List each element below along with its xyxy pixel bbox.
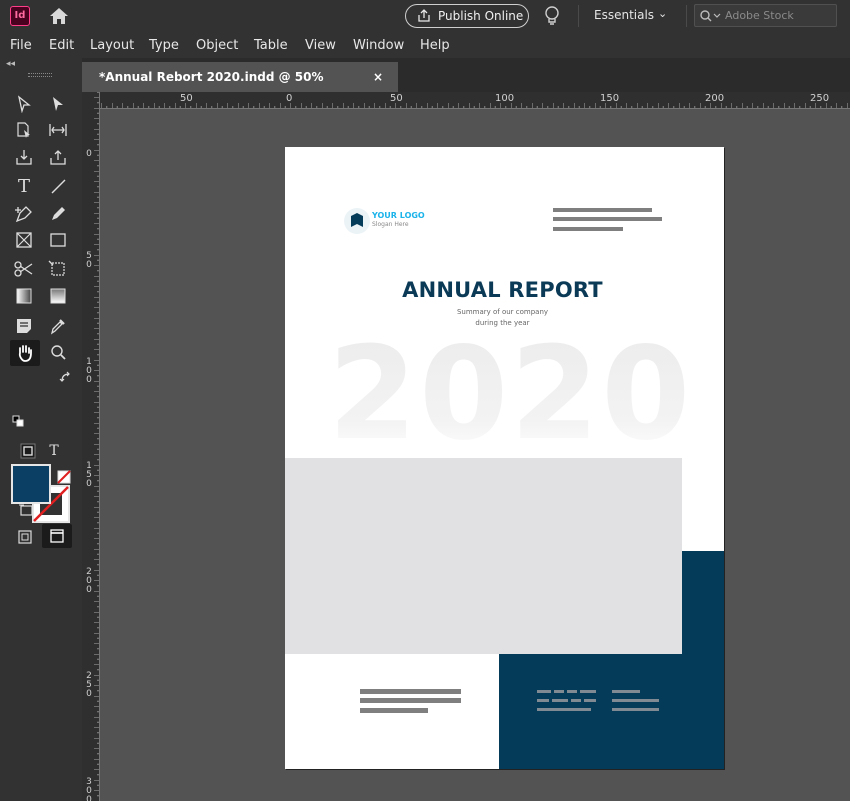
panel-grip[interactable] (28, 73, 52, 77)
menu-edit[interactable]: Edit (49, 38, 74, 53)
ruler-label: 150 (86, 461, 92, 489)
pencil-tool-icon[interactable] (46, 202, 70, 226)
document-tab[interactable]: *Annual Rebort 2020.indd @ 50% [Converte… (82, 62, 398, 114)
menu-layout[interactable]: Layout (90, 38, 134, 53)
ruler-label: 250 (86, 671, 92, 699)
vertical-ruler[interactable]: 0 50 100 150 200 250 300 (82, 92, 100, 801)
ruler-label: 50 (180, 93, 193, 104)
image-placeholder-block[interactable] (285, 458, 682, 654)
page-tool-icon[interactable] (12, 118, 36, 142)
default-colors-icon[interactable] (11, 414, 25, 428)
gap-tool-icon[interactable] (46, 118, 70, 142)
search-icon (700, 10, 721, 22)
eyedropper-tool-icon[interactable] (46, 314, 70, 338)
formatting-container-icon[interactable] (16, 439, 40, 463)
publish-online-label: Publish Online (438, 9, 524, 23)
direct-selection-tool-icon[interactable] (46, 92, 70, 116)
placeholder-text-line[interactable] (360, 698, 461, 703)
lightbulb-icon[interactable] (543, 5, 561, 31)
ruler-ticks (100, 92, 850, 108)
rectangle-tool-icon[interactable] (46, 228, 70, 252)
note-tool-icon[interactable] (12, 314, 36, 338)
workspace-label: Essentials (594, 8, 655, 22)
preview-mode-icon[interactable] (42, 524, 72, 548)
content-placer-icon[interactable] (46, 145, 70, 169)
free-transform-tool-icon[interactable] (46, 257, 70, 281)
year-text[interactable]: 2020 (328, 330, 692, 460)
divider (578, 5, 579, 27)
adobe-stock-placeholder: Adobe Stock (725, 9, 794, 22)
content-collector-icon[interactable] (12, 145, 36, 169)
swap-colors-icon[interactable] (58, 370, 74, 386)
horizontal-ruler[interactable]: 50 0 50 100 150 200 250 (100, 92, 850, 109)
ruler-label: 200 (86, 567, 92, 595)
menu-object[interactable]: Object (196, 38, 238, 53)
logo-mark-icon[interactable] (344, 208, 370, 234)
report-title[interactable]: ANNUAL REPORT (285, 278, 720, 302)
gradient-swatch-tool-icon[interactable] (12, 284, 36, 308)
gradient-feather-tool-icon[interactable] (46, 284, 70, 308)
application-bar: Id Publish Online Essentials ⌄ Adobe Sto… (0, 0, 850, 33)
placeholder-text-line[interactable] (553, 208, 652, 212)
tools-panel-header[interactable]: ◂◂ (0, 58, 82, 92)
workspace-switcher[interactable]: Essentials ⌄ (594, 7, 667, 22)
placeholder-text-line[interactable] (360, 689, 461, 694)
close-tab-icon[interactable]: × (373, 62, 383, 92)
rectangle-frame-tool-icon[interactable] (12, 228, 36, 252)
menu-file[interactable]: File (10, 38, 32, 53)
fill-color-swatch[interactable] (11, 464, 51, 504)
divider (686, 5, 687, 27)
view-mode-icon[interactable] (13, 525, 37, 549)
menu-window[interactable]: Window (353, 38, 404, 53)
chevron-down-icon: ⌄ (658, 7, 668, 20)
zoom-tool-icon[interactable] (46, 341, 70, 365)
ruler-label: 300 (86, 777, 92, 801)
ruler-label: 0 (86, 149, 92, 159)
ruler-label: 100 (86, 357, 92, 385)
subtitle-line: Summary of our company (456, 308, 549, 316)
adobe-stock-search-input[interactable]: Adobe Stock (694, 4, 837, 27)
menu-table[interactable]: Table (254, 38, 288, 53)
logo-title[interactable]: YOUR LOGO (372, 211, 425, 220)
placeholder-text-line[interactable] (360, 708, 428, 713)
ruler-label: 50 (390, 93, 403, 104)
ruler-label: 0 (286, 93, 293, 104)
home-icon[interactable] (48, 6, 70, 26)
apply-none-icon[interactable] (52, 465, 76, 489)
publish-online-button[interactable]: Publish Online (405, 4, 529, 28)
placeholder-text-line[interactable] (553, 227, 623, 231)
placeholder-text-line[interactable] (553, 217, 662, 221)
indesign-app-icon: Id (10, 6, 30, 26)
selection-tool-icon[interactable] (12, 92, 36, 116)
menu-help[interactable]: Help (420, 38, 450, 53)
menu-type[interactable]: Type (149, 38, 179, 53)
pen-tool-icon[interactable] (12, 202, 36, 226)
formatting-text-icon[interactable]: T (42, 439, 66, 463)
hand-tool-icon[interactable] (10, 340, 40, 366)
type-tool-icon[interactable]: T (12, 174, 36, 198)
tools-panel: T T (0, 92, 82, 801)
menu-view[interactable]: View (305, 38, 336, 53)
ruler-label: 150 (600, 93, 620, 104)
upload-icon (418, 9, 430, 22)
ruler-label: 250 (810, 93, 830, 104)
ruler-label: 50 (86, 251, 92, 270)
scissors-tool-icon[interactable] (12, 257, 36, 281)
ruler-label: 200 (705, 93, 725, 104)
footer-text-lines[interactable] (537, 690, 665, 714)
line-tool-icon[interactable] (46, 174, 70, 198)
ruler-label: 100 (495, 93, 515, 104)
menu-bar: File Edit Layout Type Object Table View … (0, 33, 850, 58)
collapse-panel-icon[interactable]: ◂◂ (6, 59, 15, 69)
logo-slogan[interactable]: Slogan Here (372, 221, 409, 228)
